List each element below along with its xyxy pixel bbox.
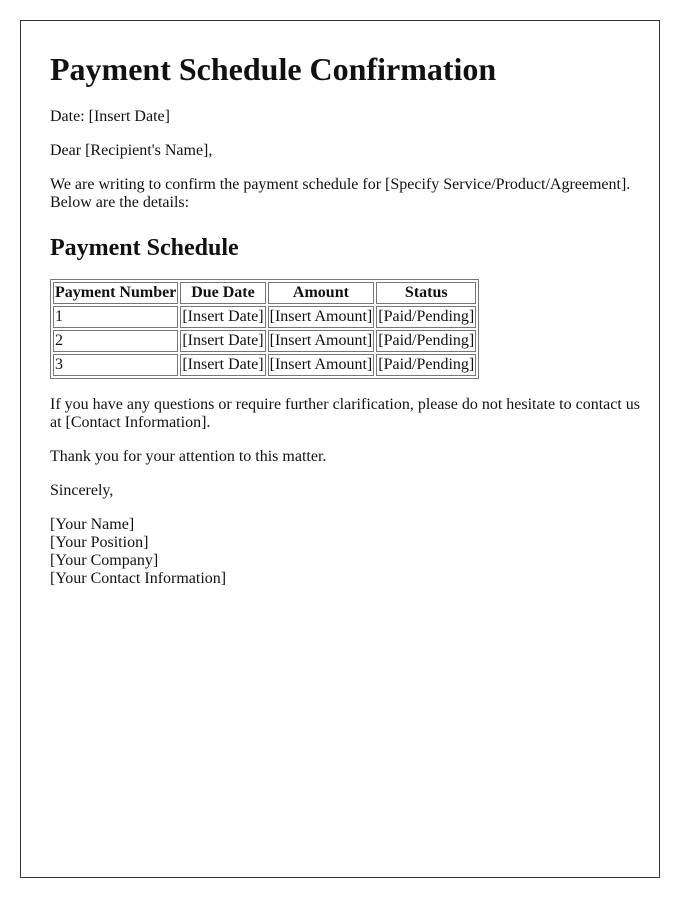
questions-paragraph: If you have any questions or require fur… — [50, 396, 641, 431]
payment-number-cell: 3 — [53, 354, 179, 376]
status-cell: [Paid/Pending] — [376, 354, 477, 376]
signature-company: [Your Company] — [50, 552, 159, 569]
table-header-row: Payment Number Due Date Amount Status — [53, 282, 477, 304]
intro-paragraph: We are writing to confirm the payment sc… — [50, 176, 631, 211]
column-header-due-date: Due Date — [180, 282, 266, 304]
column-header-status: Status — [376, 282, 477, 304]
thanks-paragraph: Thank you for your attention to this mat… — [50, 448, 327, 465]
column-header-amount: Amount — [267, 282, 375, 304]
column-header-payment-number: Payment Number — [53, 282, 179, 304]
signature-position: [Your Position] — [50, 534, 149, 551]
table-row: 1 [Insert Date] [Insert Amount] [Paid/Pe… — [53, 306, 477, 328]
due-date-cell: [Insert Date] — [180, 354, 266, 376]
amount-cell: [Insert Amount] — [267, 354, 375, 376]
page-title: Payment Schedule Confirmation — [50, 51, 497, 87]
payment-number-cell: 2 — [53, 330, 179, 352]
amount-cell: [Insert Amount] — [267, 306, 375, 328]
closing: Sincerely, — [50, 482, 114, 499]
due-date-cell: [Insert Date] — [180, 306, 266, 328]
letter-page: Payment Schedule Confirmation Date: [Ins… — [20, 20, 660, 878]
table-row: 2 [Insert Date] [Insert Amount] [Paid/Pe… — [53, 330, 477, 352]
due-date-cell: [Insert Date] — [180, 330, 266, 352]
signature-contact: [Your Contact Information] — [50, 570, 227, 587]
letter-content: Payment Schedule Confirmation Date: [Ins… — [50, 49, 640, 588]
signature-block: [Your Name] [Your Position] [Your Compan… — [50, 516, 640, 588]
table-row: 3 [Insert Date] [Insert Amount] [Paid/Pe… — [53, 354, 477, 376]
payment-schedule-table: Payment Number Due Date Amount Status 1 … — [50, 279, 480, 379]
signature-name: [Your Name] — [50, 516, 135, 533]
status-cell: [Paid/Pending] — [376, 306, 477, 328]
amount-cell: [Insert Amount] — [267, 330, 375, 352]
greeting: Dear [Recipient's Name], — [50, 142, 213, 159]
section-heading: Payment Schedule — [50, 235, 239, 261]
payment-number-cell: 1 — [53, 306, 179, 328]
status-cell: [Paid/Pending] — [376, 330, 477, 352]
date-line: Date: [Insert Date] — [50, 108, 170, 125]
